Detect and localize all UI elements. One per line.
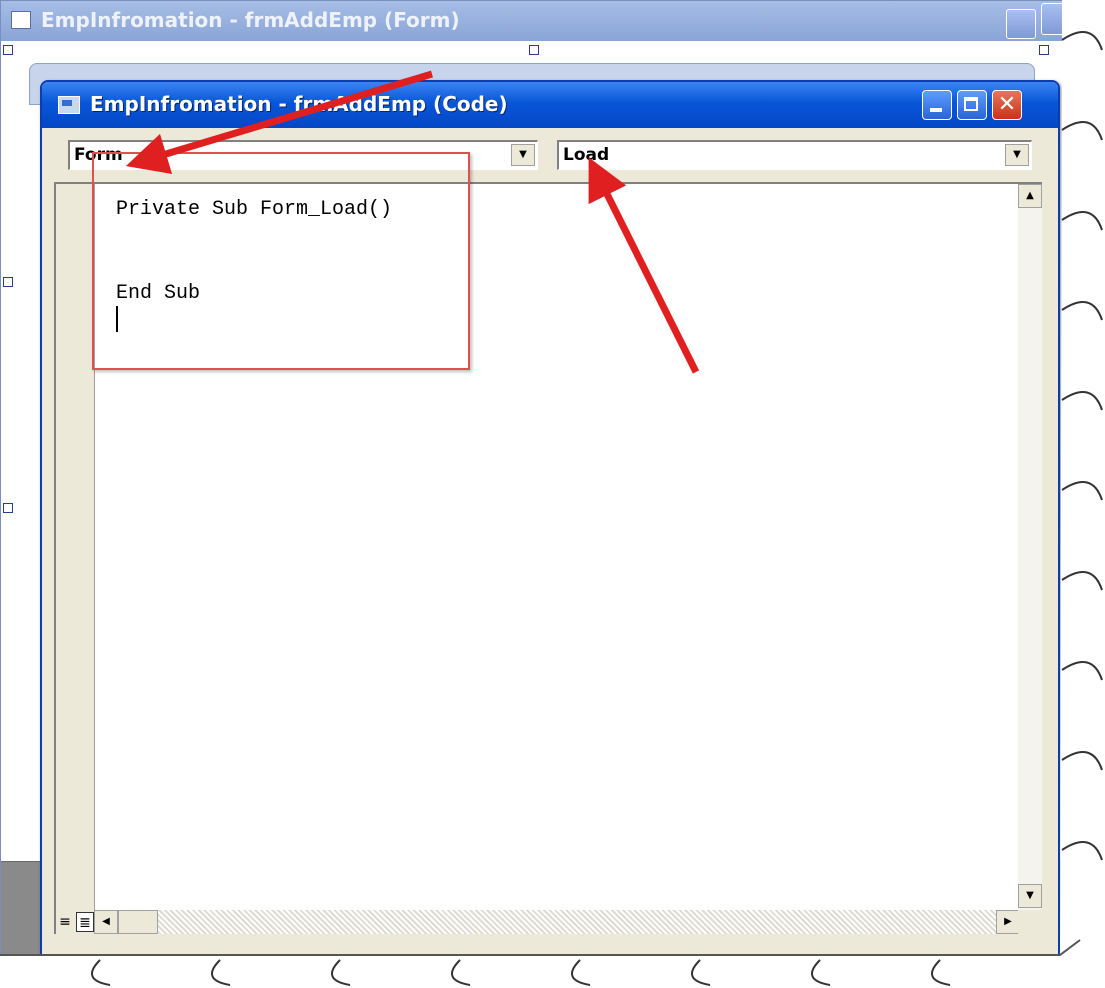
torn-edge-decoration	[0, 0, 1105, 988]
